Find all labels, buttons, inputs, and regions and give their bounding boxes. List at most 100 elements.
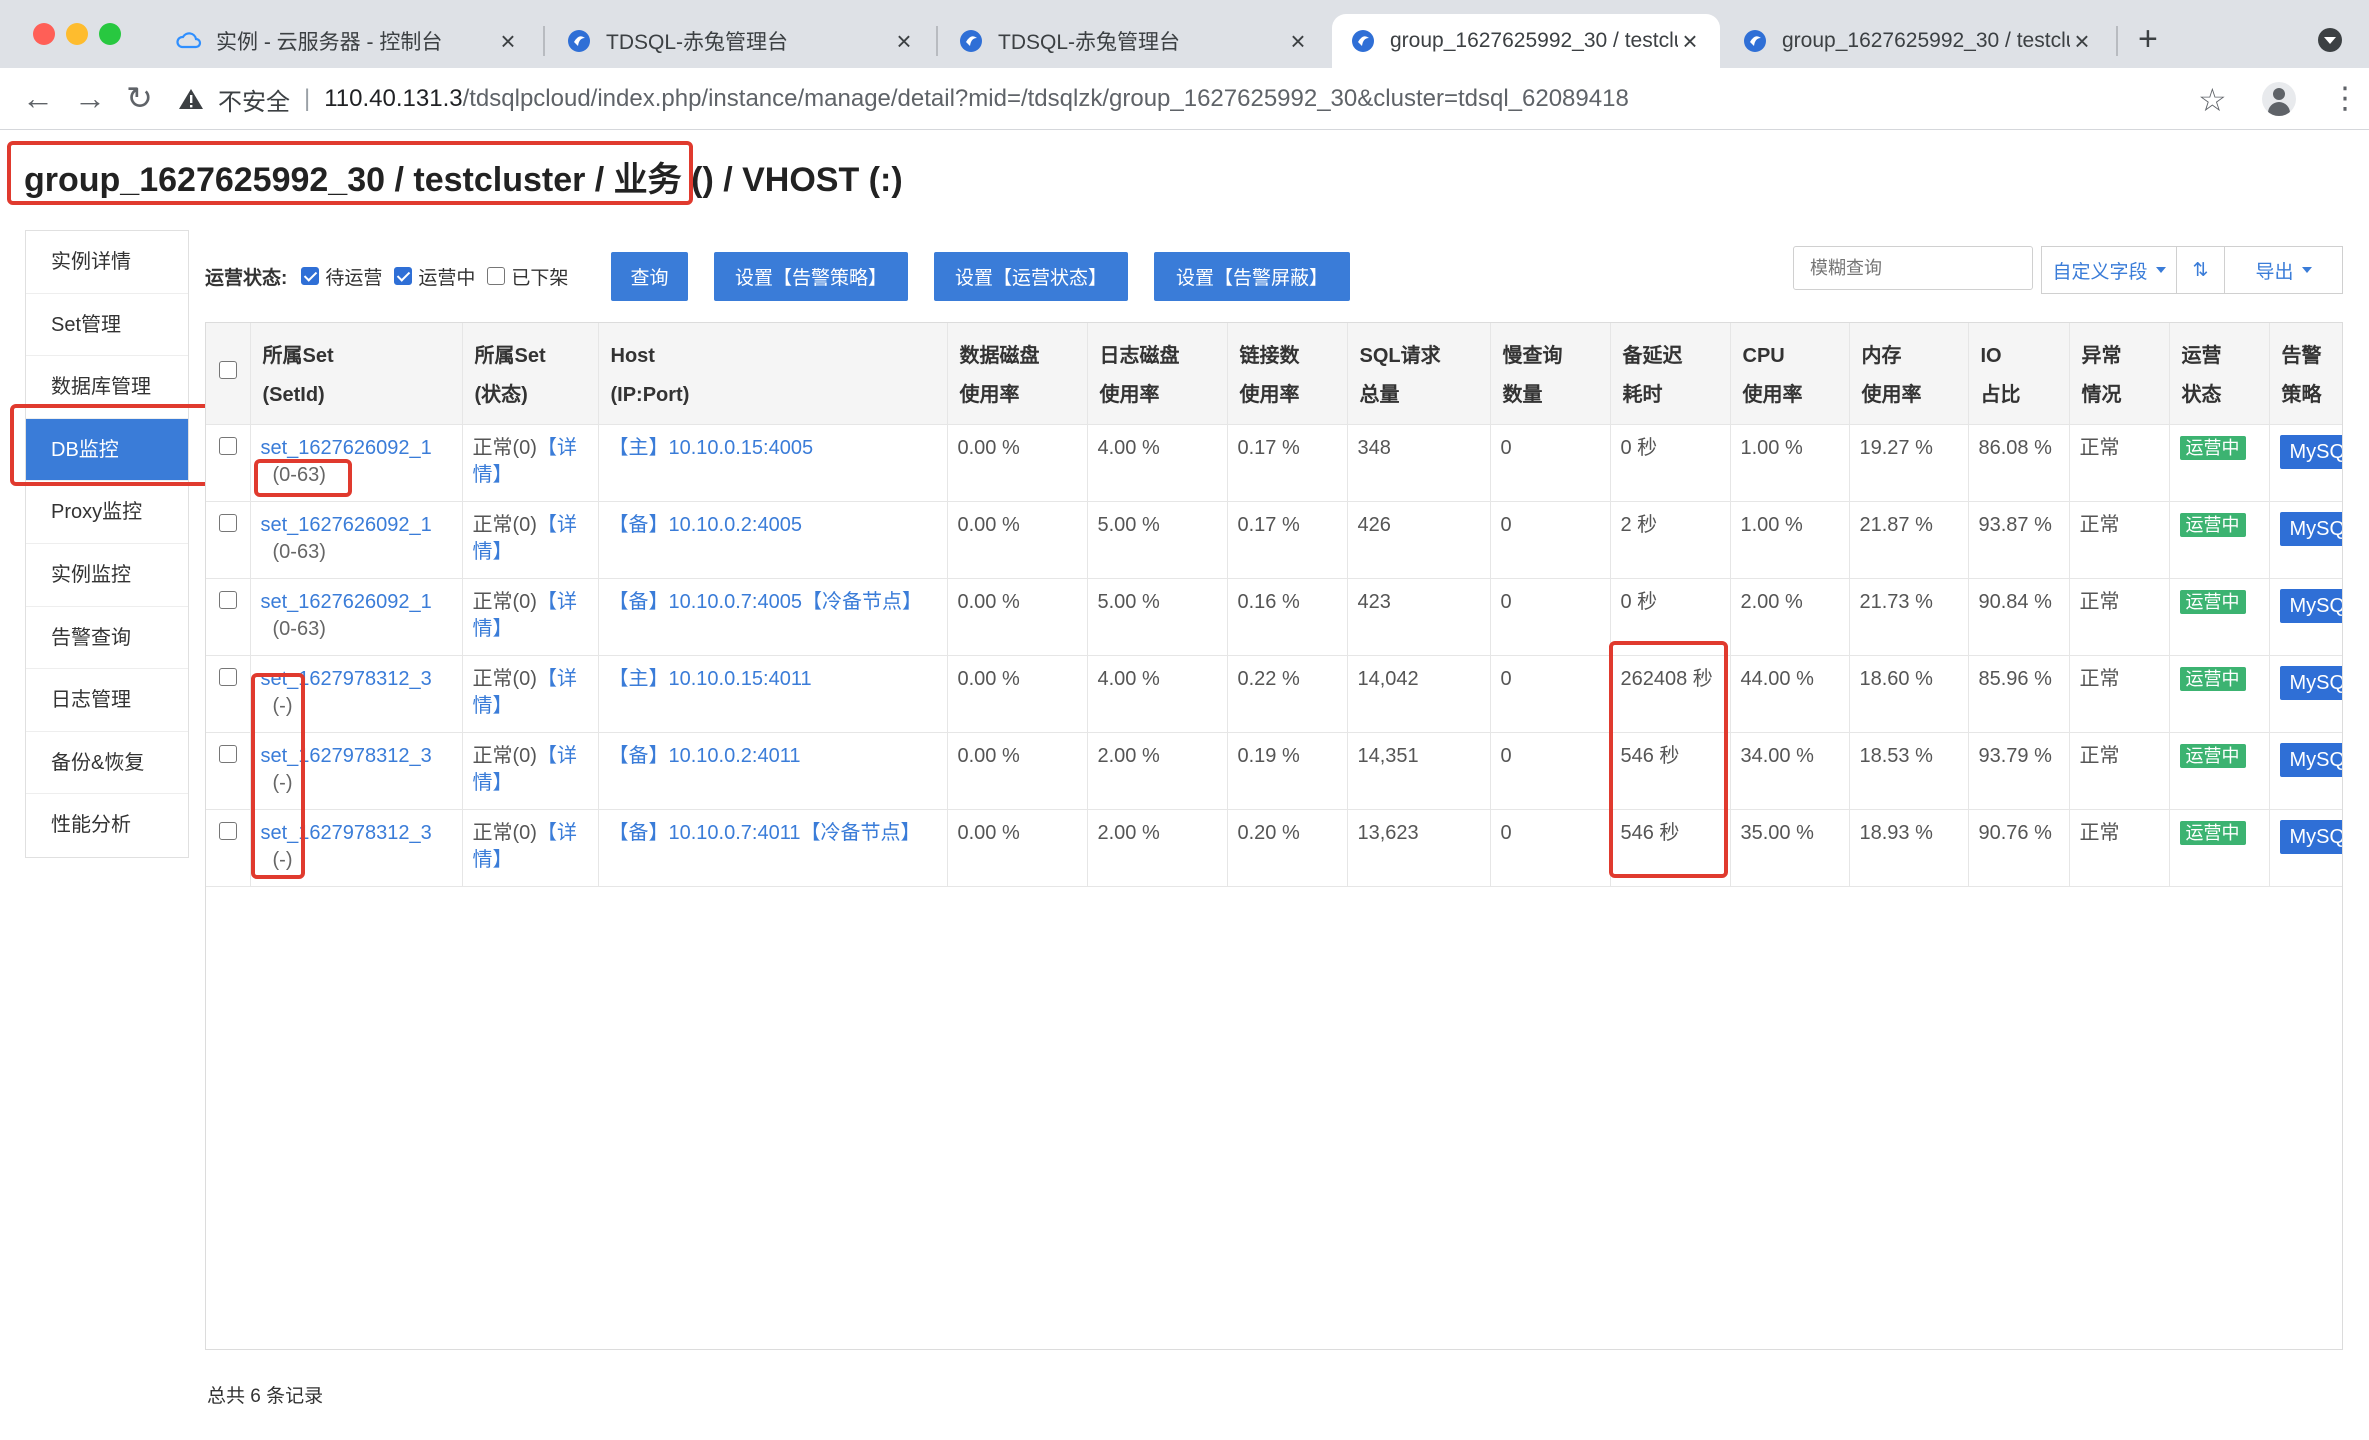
query-button[interactable]: 查询 (611, 252, 688, 301)
host-role[interactable]: 【备】 (609, 745, 669, 767)
host-address[interactable]: 10.10.0.15:4005 (669, 437, 814, 459)
row-checkbox[interactable] (218, 744, 237, 763)
connection-usage: 0.16 % (1227, 578, 1348, 656)
set-alarm-policy-button[interactable]: 设置【告警策略】 (714, 252, 908, 301)
set-alarm-mask-button[interactable]: 设置【告警屏蔽】 (1154, 252, 1350, 301)
browser-tab-tdsql-2[interactable]: TDSQL-赤兔管理台 × (940, 14, 1328, 68)
browser-menu-icon[interactable]: ⋮ (2330, 82, 2360, 116)
select-all-checkbox[interactable] (218, 361, 237, 379)
col-header-abnormal[interactable]: 异常 情况 (2069, 323, 2170, 425)
io-ratio: 90.84 % (1968, 578, 2070, 656)
sidebar-item-set-management[interactable]: Set管理 (26, 294, 188, 357)
tab-close-icon[interactable]: × (2070, 26, 2094, 57)
tab-close-icon[interactable]: × (892, 26, 916, 57)
browser-tab-group[interactable]: group_1627625992_30 / testcluster × (1724, 14, 2112, 68)
sidebar-item-instance-detail[interactable]: 实例详情 (26, 231, 188, 294)
alarm-policy-button[interactable]: MySQL (2279, 665, 2342, 700)
row-checkbox[interactable] (218, 513, 237, 532)
host-role[interactable]: 【主】 (609, 668, 669, 690)
sidebar-item-log-management[interactable]: 日志管理 (26, 669, 188, 732)
col-header-op-status[interactable]: 运营 状态 (2169, 323, 2270, 425)
row-checkbox[interactable] (218, 667, 237, 686)
alarm-policy-button[interactable]: MySQL (2279, 434, 2342, 469)
tab-search-icon[interactable] (2318, 28, 2342, 52)
set-link[interactable]: set_1627626092_1 (261, 591, 432, 613)
row-checkbox[interactable] (218, 821, 237, 840)
alarm-policy-button[interactable]: MySQL (2279, 588, 2342, 623)
sidebar-item-performance-analysis[interactable]: 性能分析 (26, 794, 188, 857)
host-address[interactable]: 10.10.0.2:4011 (669, 745, 801, 767)
row-checkbox[interactable] (218, 590, 237, 609)
tab-close-icon[interactable]: × (1678, 26, 1702, 57)
col-header-alarm-policy[interactable]: 告警 策略 (2269, 323, 2342, 425)
col-header-slow-queries[interactable]: 慢查询 数量 (1490, 323, 1611, 425)
alarm-policy-button[interactable]: MySQL (2279, 819, 2342, 854)
window-close-button[interactable] (33, 23, 55, 45)
host-extra: 【冷备节点】 (800, 821, 921, 844)
window-minimize-button[interactable] (66, 23, 88, 45)
custom-fields-dropdown[interactable]: 自定义字段 (2041, 246, 2177, 294)
tab-close-icon[interactable]: × (1286, 26, 1310, 57)
col-header-sql-requests[interactable]: SQL请求 总量 (1347, 323, 1491, 425)
alarm-policy-button[interactable]: MySQL (2279, 511, 2342, 546)
col-header-memory[interactable]: 内存 使用率 (1849, 323, 1969, 425)
back-arrow-icon[interactable]: ← (22, 80, 54, 116)
fuzzy-search-input[interactable] (1793, 246, 2033, 290)
profile-avatar-icon[interactable] (2262, 82, 2296, 116)
set-op-status-button[interactable]: 设置【运营状态】 (934, 252, 1128, 301)
address-bar[interactable]: 不安全 | 110.40.131.3/tdsqlpcloud/index.php… (178, 80, 1629, 118)
tab-close-icon[interactable]: × (496, 26, 520, 57)
sidebar-item-proxy-monitor[interactable]: Proxy监控 (26, 481, 188, 544)
col-header-set-status[interactable]: 所属Set (状态) (462, 323, 599, 425)
filter-option-pending[interactable]: 待运营 (301, 263, 382, 290)
bookmark-star-icon[interactable]: ☆ (2198, 84, 2227, 116)
sidebar-item-backup-restore[interactable]: 备份&恢复 (26, 732, 188, 795)
host-address[interactable]: 10.10.0.7:4005 (669, 591, 802, 613)
sidebar-item-instance-monitor[interactable]: 实例监控 (26, 544, 188, 607)
table-header-row: 所属Set (SetId) 所属Set (状态) Host (IP:Port) 数据磁… (206, 323, 2342, 425)
checkbox[interactable] (301, 267, 320, 285)
col-header-io[interactable]: IO 占比 (1968, 323, 2070, 425)
sidebar-item-alarm-query[interactable]: 告警查询 (26, 607, 188, 670)
filter-option-offline[interactable]: 已下架 (487, 263, 568, 290)
col-header-replica-delay[interactable]: 备延迟 耗时 (1610, 323, 1731, 425)
filter-option-running[interactable]: 运营中 (394, 263, 475, 290)
set-link[interactable]: set_1627626092_1 (261, 514, 432, 536)
reload-icon[interactable]: ↻ (126, 80, 153, 116)
browser-tab-group-active[interactable]: group_1627625992_30 / testcluster × (1332, 14, 1720, 68)
memory-usage: 18.60 % (1849, 655, 1969, 733)
browser-tab-tdsql-1[interactable]: TDSQL-赤兔管理台 × (548, 14, 934, 68)
sql-total: 13,623 (1347, 809, 1491, 887)
host-address[interactable]: 10.10.0.2:4005 (669, 514, 802, 536)
checkbox[interactable] (394, 267, 413, 285)
checkbox[interactable] (487, 267, 506, 285)
host-role[interactable]: 【备】 (609, 591, 669, 613)
host-role[interactable]: 【备】 (609, 514, 669, 536)
row-checkbox[interactable] (218, 436, 237, 455)
cpu-usage: 35.00 % (1730, 809, 1850, 887)
sort-icon[interactable]: ⇅ (2176, 246, 2225, 294)
cpu-usage: 1.00 % (1730, 424, 1850, 502)
host-address[interactable]: 10.10.0.15:4011 (669, 668, 812, 690)
col-header-data-disk[interactable]: 数据磁盘 使用率 (947, 323, 1088, 425)
browser-tab-cloud-console[interactable]: 实例 - 云服务器 - 控制台 × (158, 14, 538, 68)
alarm-policy-button[interactable]: MySQL (2279, 742, 2342, 777)
col-header-host[interactable]: Host (IP:Port) (598, 323, 948, 425)
host-role[interactable]: 【备】 (609, 822, 669, 844)
connection-usage: 0.17 % (1227, 424, 1348, 502)
host-address[interactable]: 10.10.0.7:4011 (669, 822, 801, 844)
set-id: (0-63) (272, 540, 326, 563)
export-dropdown[interactable]: 导出 (2224, 246, 2343, 294)
col-header-connections[interactable]: 链接数 使用率 (1227, 323, 1348, 425)
window-zoom-button[interactable] (99, 23, 121, 45)
insecure-label: 不安全 (218, 88, 290, 116)
col-header-set[interactable]: 所属Set (SetId) (250, 323, 463, 425)
table-row: set_1627978312_3 (-) 正常(0)【详情】 【备】10.10.0… (206, 809, 2342, 887)
host-role[interactable]: 【主】 (609, 437, 669, 459)
set-link[interactable]: set_1627626092_1 (261, 437, 432, 459)
forward-arrow-icon[interactable]: → (74, 80, 106, 116)
col-header-cpu[interactable]: CPU 使用率 (1730, 323, 1850, 425)
new-tab-button[interactable]: + (2138, 22, 2158, 56)
col-header-log-disk[interactable]: 日志磁盘 使用率 (1087, 323, 1228, 425)
export-label: 导出 (2255, 261, 2294, 283)
